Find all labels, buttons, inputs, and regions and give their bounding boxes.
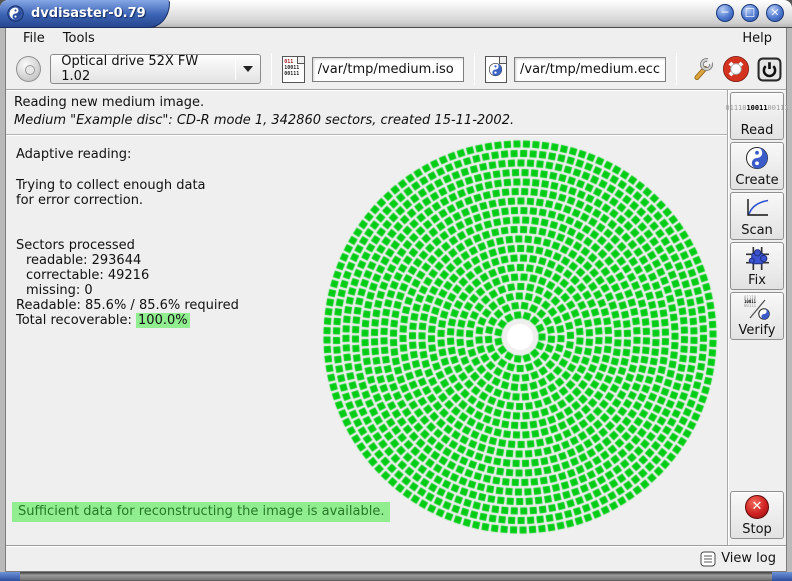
app-window: dvdisaster-0.79 − □ × File Tools Help Op… [0,0,792,581]
footer-message: Sufficient data for reconstructing the i… [12,502,390,522]
verify-label: Verify [739,323,776,338]
stop-label: Stop [742,522,772,537]
drive-select-label: Optical drive 52X FW 1.02 [61,54,235,84]
stop-button[interactable]: ✕ Stop [730,491,784,539]
menubar: File Tools Help [6,28,786,49]
stat-readable-summary: Readable: 85.6% / 85.6% required [16,298,239,313]
sectors-heading: Sectors processed [16,238,239,253]
help-button[interactable] [723,56,749,82]
yin-yang-icon [745,146,769,170]
speed-curve-icon [744,197,770,219]
fix-button[interactable]: Fix [730,242,784,290]
ecc-path-input[interactable] [514,57,666,82]
drive-select[interactable]: Optical drive 52X FW 1.02 [50,54,261,84]
menu-tools[interactable]: Tools [54,29,104,48]
toolbar: Optical drive 52X FW 1.02 011 10011 0011… [6,49,786,90]
status-line-2: Medium "Example disc": CD-R mode 1, 3428… [14,112,727,130]
yin-yang-icon [488,62,503,77]
toolbar-separator [676,53,677,85]
create-button[interactable]: Create [730,142,784,190]
stop-icon: ✕ [745,495,769,519]
stat-correctable: correctable: 49216 [16,268,239,283]
action-sidebar: 01110 10011 00111 Read [727,90,786,545]
recoverable-value: 100.0% [136,313,190,328]
iso-file-icon: 011 10011 00111 [282,56,304,83]
titlebar-tab: dvdisaster-0.79 [0,0,170,28]
minimize-button[interactable]: − [716,4,734,22]
quit-button[interactable] [757,57,782,82]
chevron-down-icon [243,66,253,72]
stat-missing: missing: 0 [16,283,239,298]
lifebelt-icon [723,56,749,82]
menu-help[interactable]: Help [736,29,778,48]
stat-recoverable: Total recoverable: 100.0% [16,313,239,328]
app-logo-icon [7,5,24,22]
info-heading: Adaptive reading: [16,147,239,162]
fix-label: Fix [748,273,766,288]
app-body: File Tools Help Optical drive 52X FW 1.0… [5,28,787,572]
info-desc-2: for error correction. [16,193,239,208]
titlebar[interactable]: dvdisaster-0.79 − □ × [0,0,792,28]
status-area: Reading new medium image. Medium "Exampl… [6,90,727,135]
close-button[interactable]: × [766,4,784,22]
disc-canvas [322,139,718,535]
log-icon[interactable] [700,551,716,567]
optical-drive-icon [16,56,41,82]
resize-handle-right[interactable] [772,572,792,581]
verify-icon: 01110 10011 00111 [744,296,770,320]
toolbar-separator [271,53,272,85]
iso-path-input[interactable] [312,57,464,82]
binary-read-icon: 01110 10011 00111 [725,93,788,123]
maximize-button[interactable]: □ [741,4,759,22]
status-line-1: Reading new medium image. [14,94,727,112]
resize-handle-left[interactable] [0,572,20,581]
ecc-file-icon [485,56,507,83]
read-label: Read [741,123,774,138]
view-log-toggle[interactable]: View log [721,551,776,566]
scan-button[interactable]: Scan [730,192,784,240]
scan-label: Scan [741,223,773,238]
window-bottom-border [0,572,792,581]
info-desc-1: Trying to collect enough data [16,178,239,193]
window-title: dvdisaster-0.79 [31,6,146,21]
stat-readable: readable: 293644 [16,253,239,268]
statusbar: View log [6,545,786,571]
puzzle-icon [745,246,770,271]
menu-file[interactable]: File [14,29,54,48]
preferences-button[interactable] [691,57,715,81]
create-label: Create [735,173,778,188]
read-button[interactable]: 01110 10011 00111 Read [730,92,784,140]
drawing-area: Adaptive reading: Trying to collect enou… [6,135,727,545]
verify-button[interactable]: 01110 10011 00111 Verify [730,292,784,340]
wrench-icon [691,57,715,81]
info-panel: Adaptive reading: Trying to collect enou… [16,147,239,328]
power-icon [757,57,782,82]
toolbar-separator [474,53,475,85]
